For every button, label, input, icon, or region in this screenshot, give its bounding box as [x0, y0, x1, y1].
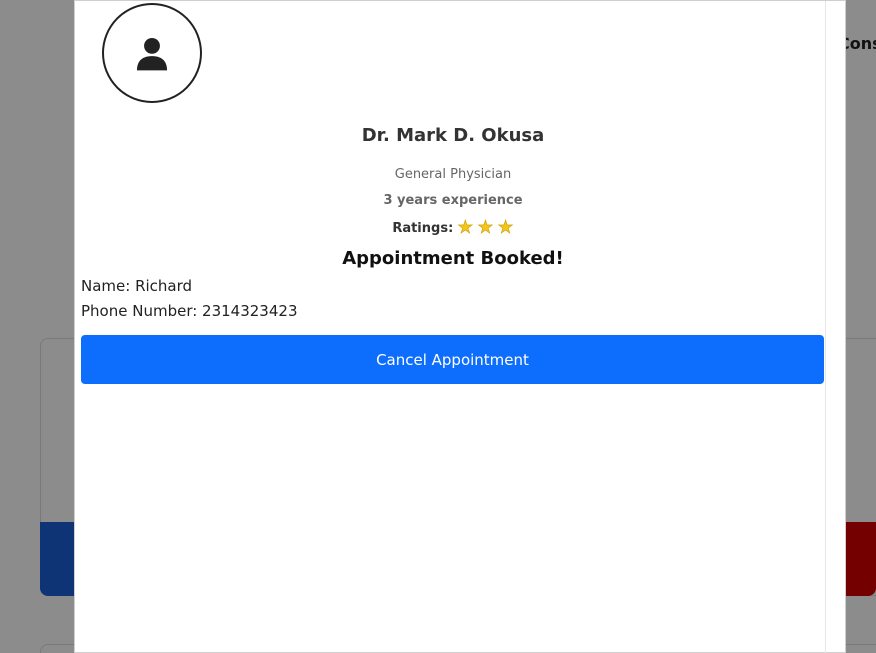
cancel-appointment-button[interactable]: Cancel Appointment: [81, 335, 824, 384]
modal-scrollbar[interactable]: [825, 1, 839, 653]
star-icon: ★: [497, 217, 514, 238]
doctor-name: Dr. Mark D. Okusa: [361, 125, 545, 146]
appointment-status: Appointment Booked!: [342, 248, 564, 269]
patient-name: Name: Richard: [81, 277, 193, 295]
appointment-modal: Dr. Mark D. Okusa General Physician 3 ye…: [74, 0, 846, 653]
doctor-specialty: General Physician: [394, 167, 512, 182]
ratings-label: Ratings:: [392, 220, 454, 236]
star-icon: ★: [477, 217, 494, 238]
doctor-ratings: Ratings: ★ ★ ★: [75, 217, 831, 238]
user-icon: [136, 37, 168, 71]
star-icon: ★: [457, 217, 474, 238]
doctor-avatar: [102, 3, 202, 103]
doctor-experience: 3 years experience: [383, 193, 523, 208]
patient-phone: Phone Number: 2314323423: [81, 302, 298, 320]
